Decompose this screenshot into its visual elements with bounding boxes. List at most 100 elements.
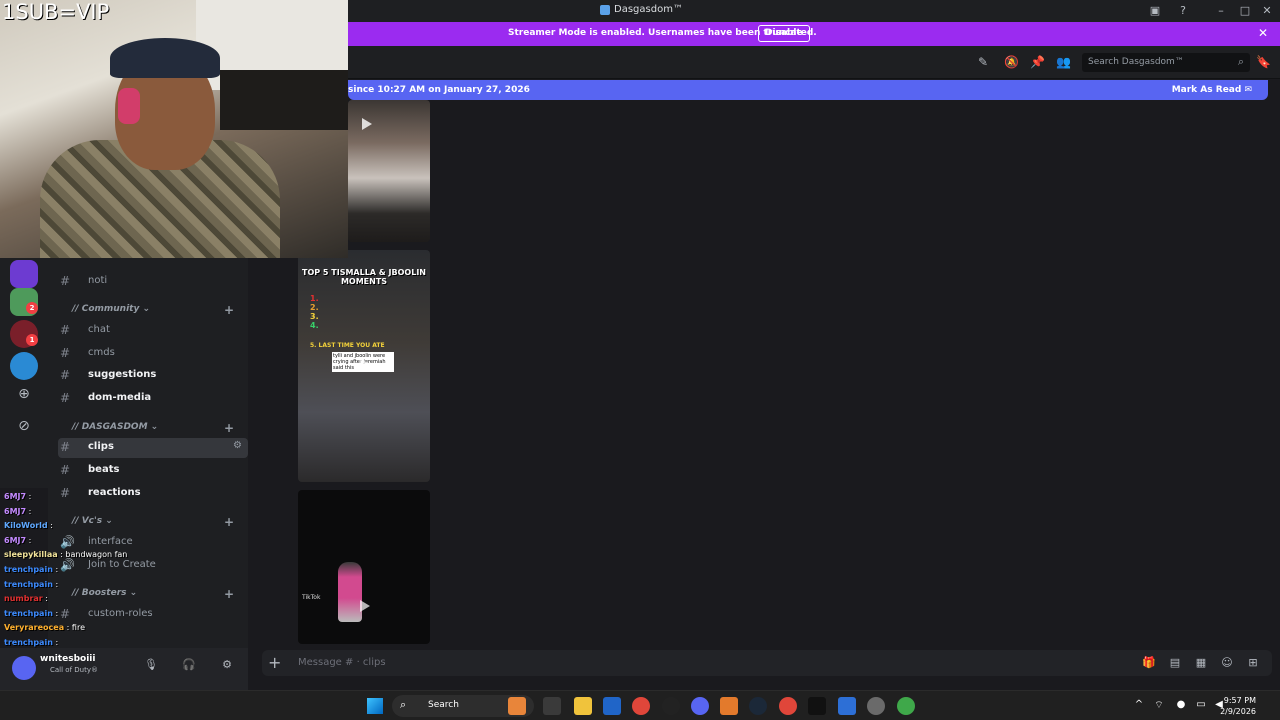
play-icon[interactable] bbox=[354, 596, 374, 616]
mic-tray-icon[interactable]: ● bbox=[1174, 699, 1188, 710]
settings-gear-icon[interactable]: ⚙ bbox=[233, 440, 242, 451]
gif-icon[interactable]: ▤ bbox=[1168, 656, 1182, 669]
settings-gear-icon[interactable]: ⚙ bbox=[220, 658, 234, 671]
add-channel-icon[interactable]: + bbox=[224, 421, 234, 435]
windows-start-icon[interactable] bbox=[367, 698, 383, 714]
chrome-icon[interactable] bbox=[779, 697, 797, 715]
network-icon[interactable]: ⌔ bbox=[1152, 699, 1166, 712]
play-icon[interactable] bbox=[354, 354, 374, 374]
close-banner-icon[interactable]: ✕ bbox=[1258, 26, 1268, 40]
threads-icon[interactable]: ✎ bbox=[976, 55, 990, 69]
steam-icon[interactable] bbox=[749, 697, 767, 715]
headphones-icon[interactable]: 🎧 bbox=[182, 658, 196, 671]
category-community[interactable]: // Community ⌄ + bbox=[60, 303, 240, 320]
streamer-mode-banner: Streamer Mode is enabled. Usernames have… bbox=[348, 22, 1280, 46]
play-icon[interactable] bbox=[356, 114, 376, 134]
close-button[interactable]: ✕ bbox=[1258, 4, 1276, 17]
chat-text: : bbox=[55, 565, 59, 574]
chat-text: : bbox=[45, 594, 48, 604]
chat-username: numbrar bbox=[4, 594, 43, 604]
add-channel-icon[interactable]: + bbox=[224, 587, 234, 601]
chat-username: 6MJ7 bbox=[4, 492, 27, 501]
chat-username: trenchpain bbox=[4, 608, 53, 618]
new-messages-bar[interactable]: since 10:27 AM on January 27, 2026 Mark … bbox=[348, 80, 1268, 100]
chat-text: : bbox=[28, 535, 32, 545]
file-explorer-icon[interactable] bbox=[574, 697, 592, 715]
emoji-icon[interactable]: ☺ bbox=[1220, 656, 1234, 669]
chat-username: trenchpain bbox=[4, 565, 53, 574]
channel-dom-media[interactable]: # dom-media bbox=[58, 389, 248, 409]
search-input[interactable]: Search Dasgasdom™ ⌕ bbox=[1082, 53, 1250, 72]
maximize-button[interactable]: □ bbox=[1236, 4, 1254, 17]
gift-icon[interactable]: 🎁 bbox=[1142, 656, 1156, 669]
channel-chat[interactable]: # chat bbox=[58, 321, 248, 341]
add-server-icon[interactable]: ⊕ bbox=[14, 386, 34, 406]
add-channel-icon[interactable]: + bbox=[224, 515, 234, 529]
chat-message: 6MJ7 : bbox=[4, 507, 31, 516]
inbox-icon[interactable]: 🔖 bbox=[1256, 55, 1271, 69]
channel-cmds[interactable]: # cmds bbox=[58, 344, 248, 364]
video-embed[interactable] bbox=[348, 100, 430, 242]
terminal-icon[interactable] bbox=[808, 697, 826, 715]
discover-icon[interactable]: ⊘ bbox=[14, 418, 34, 438]
app-icon[interactable] bbox=[720, 697, 738, 715]
embed-caption: TOP 5 TISMALLA & JBOOLIN MOMENTS bbox=[302, 268, 426, 286]
chat-username: trenchpain bbox=[4, 579, 53, 589]
message-composer[interactable]: + Message # · clips 🎁 ▤ ▦ ☺ ⊞ bbox=[262, 650, 1272, 676]
chat-text: : bbox=[55, 638, 59, 647]
chat-username: 6MJ7 bbox=[4, 535, 27, 545]
minimize-button[interactable]: – bbox=[1212, 4, 1230, 17]
channel-clips[interactable]: # clips ⚙ bbox=[58, 438, 248, 458]
add-channel-icon[interactable]: + bbox=[224, 303, 234, 317]
chat-username: 6MJ7 bbox=[4, 506, 27, 516]
user-panel: wnitesboiii Call of Duty® 🎙 🎧 ⚙ bbox=[0, 648, 248, 690]
chat-message: Veryrareocea : fire bbox=[4, 623, 85, 632]
tray-chevron-icon[interactable]: ^ bbox=[1132, 699, 1146, 710]
channel-noti[interactable]: # noti bbox=[58, 272, 248, 292]
search-icon: ⌕ bbox=[1237, 55, 1244, 68]
disable-button[interactable]: Disable bbox=[758, 25, 810, 42]
obs-icon[interactable] bbox=[662, 697, 680, 715]
members-icon[interactable]: 👥 bbox=[1056, 55, 1071, 69]
message-input[interactable]: Message # · clips bbox=[298, 657, 386, 668]
display-tray-icon[interactable]: ▭ bbox=[1194, 699, 1208, 710]
clock[interactable]: 9:57 PM 2/9/2026 bbox=[1220, 695, 1256, 717]
apps-icon[interactable]: ⊞ bbox=[1246, 656, 1260, 669]
notification-badge: 2 bbox=[26, 302, 38, 314]
chat-message: trenchpain : bbox=[4, 580, 58, 589]
task-view-icon[interactable] bbox=[543, 697, 561, 715]
sticker-icon[interactable]: ▦ bbox=[1194, 656, 1208, 669]
chat-username: Veryrareocea bbox=[4, 623, 65, 633]
tiktok-embed[interactable]: TOP 5 TISMALLA & JBOOLIN MOMENTS 1. 2. 3… bbox=[298, 250, 430, 482]
chrome-icon[interactable] bbox=[632, 697, 650, 715]
server-rail: 2 1 ⊕ ⊘ bbox=[0, 258, 48, 488]
microphone-icon[interactable]: 🎙 bbox=[144, 658, 158, 671]
pin-icon[interactable]: 📌 bbox=[1030, 55, 1045, 69]
channel-beats[interactable]: # beats bbox=[58, 461, 248, 481]
sub-overlay-text: 1SUB=VIP bbox=[2, 0, 110, 24]
app-icon[interactable] bbox=[838, 697, 856, 715]
tiktok-label: TikTok bbox=[302, 594, 321, 601]
channel-suggestions[interactable]: # suggestions bbox=[58, 366, 248, 386]
discord-icon[interactable] bbox=[691, 697, 709, 715]
attach-plus-icon[interactable]: + bbox=[268, 653, 281, 672]
help-icon[interactable]: ? bbox=[1174, 4, 1192, 17]
chat-text: : bbox=[55, 579, 59, 589]
chat-text: : bbox=[50, 521, 53, 531]
app-icon[interactable] bbox=[867, 697, 885, 715]
chat-message: sleepykillaa : bandwagon fan bbox=[4, 550, 127, 559]
chrome-icon[interactable] bbox=[897, 697, 915, 715]
mute-bell-icon[interactable]: 🔕 bbox=[1004, 55, 1019, 69]
notification-badge: 1 bbox=[26, 334, 38, 346]
avatar[interactable] bbox=[12, 656, 36, 680]
pizza-app-icon[interactable] bbox=[508, 697, 526, 715]
store-icon[interactable] bbox=[603, 697, 621, 715]
category-dasgasdom[interactable]: // DASGASDOM ⌄ + bbox=[60, 421, 240, 438]
mark-as-read-button[interactable]: Mark As Read ✉ bbox=[1172, 85, 1252, 95]
hash-icon: # bbox=[60, 346, 71, 360]
server-icon[interactable] bbox=[10, 352, 38, 380]
server-icon[interactable] bbox=[10, 260, 38, 288]
channel-header: ✎ 🔕 📌 👥 Search Dasgasdom™ ⌕ 🔖 bbox=[348, 46, 1280, 79]
video-embed[interactable]: TikTok bbox=[298, 490, 430, 644]
screen-share-icon[interactable]: ▣ bbox=[1146, 4, 1164, 17]
